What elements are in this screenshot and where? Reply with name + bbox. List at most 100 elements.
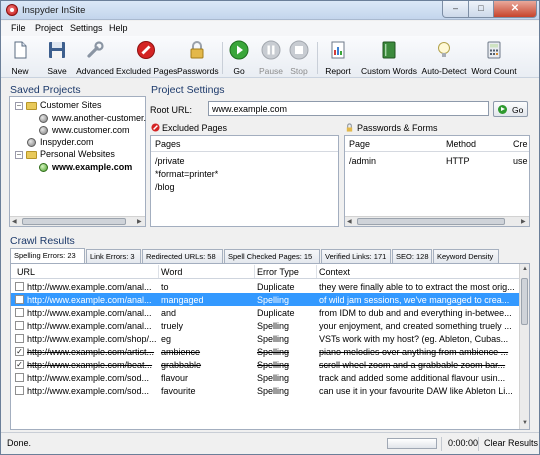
table-row[interactable]: http://www.example.com/anal... and Duplica… [11,306,519,319]
table-row[interactable]: http://www.example.com/anal... to Duplicat… [11,280,519,293]
context-cell[interactable]: from IDM to dub and and everything in-be… [319,308,517,318]
menu-help[interactable]: Help [109,23,128,33]
word-cell[interactable]: truely [161,321,253,331]
error-type-cell[interactable]: Spelling [257,334,315,344]
tab-keyword-density[interactable]: Keyword Density [433,249,499,263]
minimize-button[interactable]: – [442,1,469,18]
scroll-right-arrow-icon[interactable]: ▶ [137,218,142,225]
table-row[interactable]: ✓ http://www.example.com/beat... grabbable… [11,358,519,371]
table-row[interactable]: http://www.example.com/anal... mangaged Sp… [11,293,519,306]
expand-toggle[interactable]: – [15,102,23,110]
table-row[interactable]: ✓ http://www.example.com/artist... ambienc… [11,345,519,358]
scroll-up-arrow-icon[interactable]: ▲ [522,266,528,272]
row-checkbox[interactable] [15,295,24,304]
expand-toggle[interactable]: – [15,151,23,159]
column-separator[interactable] [316,265,317,278]
root-url-go-button[interactable]: Go [493,101,528,117]
passwords-button[interactable]: Passwords [177,38,219,76]
error-type-cell[interactable]: Spelling [257,360,315,370]
column-header-credentials[interactable]: Cre [513,139,528,149]
word-cell[interactable]: eg [161,334,253,344]
scroll-right-arrow-icon[interactable]: ▶ [521,218,526,225]
url-cell[interactable]: http://www.example.com/sod... [27,373,157,383]
column-header-page[interactable]: Page [349,139,370,149]
excluded-page-item[interactable]: /blog [155,182,175,192]
scroll-left-arrow-icon[interactable]: ◀ [12,218,17,225]
column-separator[interactable] [254,265,255,278]
word-cell[interactable]: grabbable [161,360,253,370]
url-cell[interactable]: http://www.example.com/anal... [27,282,157,292]
column-header-error-type[interactable]: Error Type [257,267,299,277]
passwords-horizontal-scrollbar[interactable]: ◀ ▶ [345,216,529,226]
scroll-thumb[interactable] [521,278,528,325]
error-type-cell[interactable]: Spelling [257,386,315,396]
clear-results-button[interactable]: Clear Results [484,438,538,448]
context-cell[interactable]: track and added some additional flavour … [319,373,517,383]
column-separator[interactable] [158,265,159,278]
row-checkbox[interactable] [15,334,24,343]
table-row[interactable]: http://www.example.com/sod... flavour Spel… [11,371,519,384]
custom-words-button[interactable]: Custom Words [359,38,419,76]
tab-redirected-urls[interactable]: Redirected URLs: 58 [142,249,223,263]
password-method-cell[interactable]: HTTP [446,156,470,166]
excluded-page-item[interactable]: *format=printer* [155,169,218,179]
tab-spell-checked-pages[interactable]: Spell Checked Pages: 15 [224,249,320,263]
tab-spelling-errors[interactable]: Spelling Errors: 23 [10,248,85,264]
menu-file[interactable]: File [11,23,26,33]
context-cell[interactable]: scroll wheel zoom and a grabbable zoom b… [319,360,517,370]
row-checkbox[interactable] [15,373,24,382]
error-type-cell[interactable]: Duplicate [257,308,315,318]
table-row[interactable]: http://www.example.com/sod... favourite Sp… [11,384,519,397]
url-cell[interactable]: http://www.example.com/anal... [27,295,157,305]
word-cell[interactable]: ambience [161,347,253,357]
context-cell[interactable]: your enjoyment, and created something tr… [319,321,517,331]
tree-site-inspyder[interactable]: Inspyder.com [40,137,94,147]
row-checkbox[interactable]: ✓ [15,360,24,369]
tree-site-another-customer[interactable]: www.another-customer. [52,113,146,123]
word-cell[interactable]: to [161,282,253,292]
tab-seo[interactable]: SEO: 128 [392,249,432,263]
excluded-pages-button[interactable]: Excluded Pages [116,38,177,76]
root-url-input[interactable]: www.example.com [208,101,489,116]
row-checkbox[interactable]: ✓ [15,347,24,356]
word-cell[interactable]: and [161,308,253,318]
tree-site-example[interactable]: www.example.com [52,162,132,172]
row-checkbox[interactable] [15,321,24,330]
save-button[interactable]: Save [42,38,72,76]
menu-project[interactable]: Project [35,23,63,33]
context-cell[interactable]: can use it in your favourite DAW like Ab… [319,386,517,396]
error-type-cell[interactable]: Spelling [257,373,315,383]
tree-folder-customer-sites[interactable]: Customer Sites [40,100,102,110]
tree-folder-personal-websites[interactable]: Personal Websites [40,149,115,159]
stop-button[interactable]: Stop [286,38,312,76]
error-type-cell[interactable]: Spelling [257,321,315,331]
row-checkbox[interactable] [15,308,24,317]
context-cell[interactable]: piano melodies over anything from ambien… [319,347,517,357]
table-row[interactable]: http://www.example.com/shop/... eg Spellin… [11,332,519,345]
url-cell[interactable]: http://www.example.com/anal... [27,321,157,331]
maximize-button[interactable]: □ [468,1,494,18]
context-cell[interactable]: they were finally able to to extract the… [319,282,517,292]
url-cell[interactable]: http://www.example.com/artist... [27,347,157,357]
advanced-button[interactable]: Advanced [75,38,115,76]
url-cell[interactable]: http://www.example.com/beat... [27,360,157,370]
report-button[interactable]: Report [323,38,353,76]
new-button[interactable]: New [5,38,35,76]
scroll-down-arrow-icon[interactable]: ▼ [522,420,528,426]
context-cell[interactable]: of wild jam sessions, we've mangaged to … [319,295,517,305]
excluded-page-item[interactable]: /private [155,156,185,166]
scroll-left-arrow-icon[interactable]: ◀ [347,218,352,225]
grid-vertical-scrollbar[interactable]: ▲ ▼ [519,264,529,429]
tree-horizontal-scrollbar[interactable]: ◀ ▶ [10,216,145,226]
menu-settings[interactable]: Settings [70,23,103,33]
pause-button[interactable]: Pause [257,38,285,76]
url-cell[interactable]: http://www.example.com/anal... [27,308,157,318]
scroll-thumb[interactable] [357,218,505,225]
row-checkbox[interactable] [15,282,24,291]
word-count-button[interactable]: Word Count [469,38,519,76]
column-header-context[interactable]: Context [319,267,350,277]
url-cell[interactable]: http://www.example.com/shop/... [27,334,157,344]
password-page-cell[interactable]: /admin [349,156,376,166]
error-type-cell[interactable]: Spelling [257,347,315,357]
column-header-method[interactable]: Method [446,139,476,149]
